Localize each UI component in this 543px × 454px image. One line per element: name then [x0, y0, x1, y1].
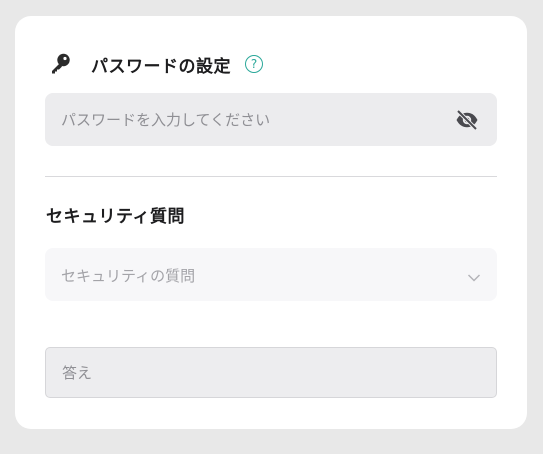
chevron-down-icon	[467, 268, 481, 282]
security-question-selected: セキュリティの質問	[61, 267, 196, 285]
eye-off-icon[interactable]	[455, 109, 479, 131]
section-divider	[45, 176, 497, 177]
password-section-title: パスワードの設定	[91, 56, 231, 77]
password-input[interactable]	[45, 93, 451, 146]
security-question-select[interactable]: セキュリティの質問	[45, 248, 497, 301]
answer-input[interactable]	[46, 348, 496, 397]
settings-card: パスワードの設定 ? セキュリティ質問 セキュリティの質問	[15, 16, 527, 429]
password-heading: パスワードの設定 ?	[47, 49, 263, 79]
password-field	[45, 93, 497, 146]
answer-field	[45, 347, 497, 398]
security-question-title: セキュリティ質問	[46, 207, 185, 227]
key-icon	[47, 51, 73, 77]
help-icon[interactable]: ?	[245, 55, 263, 73]
